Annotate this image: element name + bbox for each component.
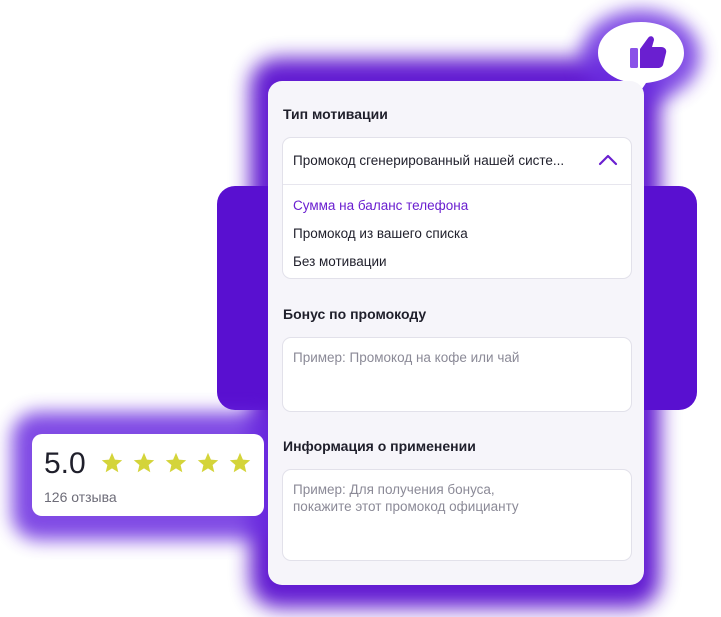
rating-card: 5.0 126 отзыва [32, 434, 264, 516]
usage-info-placeholder: Пример: Для получения бонуса, покажите э… [293, 482, 519, 514]
rating-score: 5.0 [44, 447, 86, 480]
star-icon [165, 452, 187, 473]
option-phone-balance[interactable]: Сумма на баланс телефона [293, 198, 468, 213]
star-icon [197, 452, 219, 473]
promo-bonus-field[interactable]: Пример: Промокод на кофе или чай [282, 337, 632, 412]
star-icon [229, 452, 251, 473]
promo-settings-illustration: Тип мотивации Промокод сгенерированный н… [0, 0, 721, 617]
star-icon [133, 452, 155, 473]
motivation-selected-value: Промокод сгенерированный нашей систе... [293, 153, 565, 168]
reviews-count: 126 отзыва [44, 489, 117, 505]
option-own-promo-list[interactable]: Промокод из вашего списка [293, 226, 468, 241]
promo-bonus-label: Бонус по промокоду [283, 306, 427, 322]
motivation-type-label: Тип мотивации [283, 106, 388, 122]
motivation-form-panel: Тип мотивации Промокод сгенерированный н… [268, 81, 644, 585]
option-no-motivation[interactable]: Без мотивации [293, 254, 387, 269]
usage-info-field[interactable]: Пример: Для получения бонуса, покажите э… [282, 469, 632, 561]
motivation-type-dropdown[interactable]: Промокод сгенерированный нашей систе... … [282, 137, 632, 279]
motivation-type-select[interactable]: Промокод сгенерированный нашей систе... [283, 138, 631, 185]
chevron-up-icon[interactable] [597, 151, 619, 169]
promo-bonus-placeholder: Пример: Промокод на кофе или чай [293, 350, 520, 365]
star-icon [101, 452, 123, 473]
usage-info-label: Информация о применении [283, 438, 476, 454]
rating-stars [100, 451, 252, 475]
